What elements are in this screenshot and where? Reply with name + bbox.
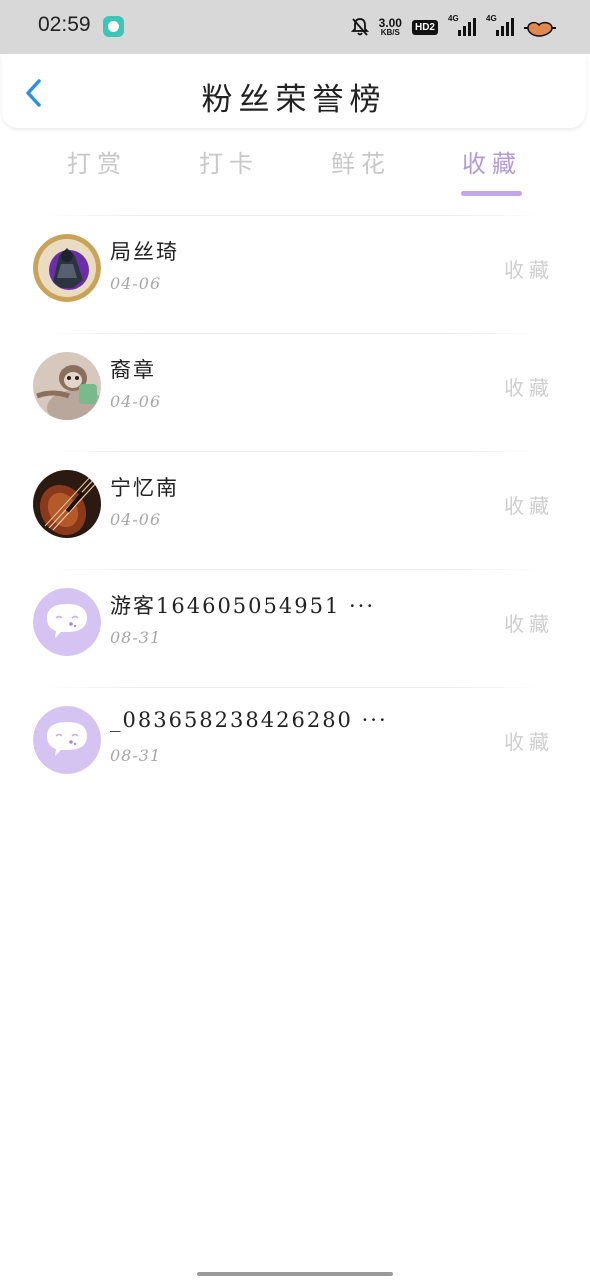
fan-date: 08-31 <box>110 746 162 765</box>
home-indicator[interactable] <box>197 1272 393 1276</box>
network-speed-unit: KB/S <box>380 28 400 37</box>
hd-voice-badge: HD2 <box>411 19 438 35</box>
fan-date: 04-06 <box>110 510 162 529</box>
fan-date: 04-06 <box>110 274 162 293</box>
list-item[interactable]: _083658238426280 ··· 08-31 收藏 <box>0 688 590 805</box>
list-item[interactable]: 局丝琦 04-06 收藏 <box>0 216 590 333</box>
default-chat-avatar-icon <box>33 588 101 656</box>
fan-name: 局丝琦 <box>110 240 179 264</box>
signal-icon-2: 4G <box>486 14 514 36</box>
favorite-label: 收藏 <box>504 376 554 400</box>
network-speed: 3.00 KB/S <box>379 17 402 37</box>
status-bar: 02:59 3.00 KB/S HD2 4G 4G <box>0 0 590 54</box>
tab-tips[interactable]: 打赏 <box>37 144 157 179</box>
signal-icon: 4G <box>448 14 476 36</box>
fan-date: 04-06 <box>110 392 162 411</box>
fan-name: 裔章 <box>110 358 156 382</box>
battery-icon <box>524 19 556 37</box>
favorite-label: 收藏 <box>504 494 554 518</box>
tab-flowers[interactable]: 鲜花 <box>301 144 421 179</box>
fan-name: 游客164605054951 ··· <box>110 594 376 618</box>
signal-label-2: 4G <box>486 14 497 23</box>
favorite-label: 收藏 <box>504 258 554 282</box>
tab-checkin[interactable]: 打卡 <box>169 144 289 179</box>
sloth-avatar-icon <box>33 352 101 420</box>
list-item[interactable]: 宁忆南 04-06 收藏 <box>0 452 590 569</box>
tab-bar: 打赏 打卡 鲜花 收藏 <box>0 140 590 200</box>
system-icons: 3.00 KB/S HD2 4G 4G <box>350 14 556 40</box>
fan-list: 局丝琦 04-06 收藏 裔章 04-06 收藏 宁忆南 04-06 收藏 游客… <box>0 215 590 805</box>
favorite-label: 收藏 <box>504 730 554 754</box>
fan-name: 宁忆南 <box>110 476 179 500</box>
app-notification-icon <box>103 16 124 37</box>
bell-muted-icon <box>350 17 369 37</box>
tab-favorites[interactable]: 收藏 <box>432 144 552 179</box>
list-item[interactable]: 裔章 04-06 收藏 <box>0 334 590 451</box>
knight-avatar-icon <box>33 234 101 302</box>
fan-name: _083658238426280 ··· <box>110 708 388 732</box>
page-title: 粉丝荣誉榜 <box>201 82 387 118</box>
favorite-label: 收藏 <box>504 612 554 636</box>
list-item[interactable]: 游客164605054951 ··· 08-31 收藏 <box>0 570 590 687</box>
fan-date: 08-31 <box>110 628 162 647</box>
default-chat-avatar-icon <box>33 706 101 774</box>
status-time: 02:59 <box>38 13 91 36</box>
active-tab-indicator <box>461 191 522 196</box>
violin-avatar-icon <box>33 470 101 538</box>
signal-label: 4G <box>448 14 459 23</box>
header-bar: 粉丝荣誉榜 <box>2 54 586 128</box>
